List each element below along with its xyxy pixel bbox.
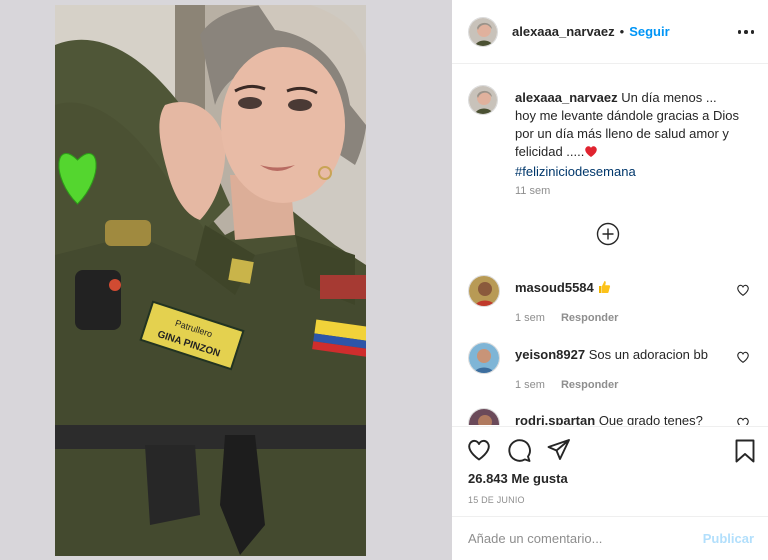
- load-more-comments-icon[interactable]: [596, 222, 620, 246]
- likes-count[interactable]: 26.843 Me gusta: [468, 471, 568, 486]
- post-side-panel: alexaaa_narvaez • Seguir alexaaa_narvaez…: [452, 0, 768, 560]
- share-icon[interactable]: [546, 437, 572, 463]
- caption-hashtag[interactable]: #felizinicio​desemana: [515, 163, 740, 181]
- comments-list[interactable]: alexaaa_narvaez Un día menos ... hoy me …: [452, 65, 768, 425]
- comment-item: rodri.spartan Que grado tenes?: [468, 408, 758, 425]
- reply-button[interactable]: Responder: [561, 379, 618, 391]
- comment-body: Que grado tenes?: [598, 413, 703, 425]
- comment-text: rodri.spartan Que grado tenes?: [515, 413, 725, 425]
- save-icon[interactable]: [732, 438, 758, 464]
- comment-avatar[interactable]: [468, 275, 500, 307]
- separator-dot: •: [619, 24, 625, 39]
- post-actions: 26.843 Me gusta 15 DE JUNIO: [452, 426, 768, 516]
- comment-composer: Publicar: [452, 516, 768, 560]
- reply-button[interactable]: Responder: [561, 312, 618, 324]
- more-options-icon[interactable]: [736, 22, 756, 42]
- comment-username[interactable]: masoud5584: [515, 280, 594, 295]
- comment-item: masoud5584 1 sem Responder: [468, 275, 758, 331]
- photo-pane: Patrullero GINA PINZON: [0, 0, 452, 560]
- comment-avatar[interactable]: [468, 342, 500, 374]
- comment-meta: 1 sem Responder: [515, 379, 618, 391]
- caption-avatar[interactable]: [468, 85, 498, 115]
- comment-text: yeison8927 Sos un adoracion bb: [515, 347, 725, 363]
- comment-like-heart-icon[interactable]: [736, 350, 750, 364]
- caption-username[interactable]: alexaaa_narvaez: [515, 90, 618, 105]
- heart-icon[interactable]: [466, 437, 492, 463]
- comment-username[interactable]: yeison8927: [515, 347, 585, 362]
- comment-meta: 1 sem Responder: [515, 312, 618, 324]
- comment-text: masoud5584: [515, 280, 725, 298]
- photo-illustration: Patrullero GINA PINZON: [55, 5, 366, 556]
- author-avatar[interactable]: [468, 16, 498, 47]
- post-date: 15 DE JUNIO: [468, 495, 525, 505]
- comment-username[interactable]: rodri.spartan: [515, 413, 595, 425]
- comment-avatar[interactable]: [468, 408, 500, 425]
- red-heart-icon: [584, 145, 598, 163]
- post-photo[interactable]: Patrullero GINA PINZON: [55, 5, 366, 556]
- comment-input[interactable]: [468, 531, 688, 546]
- thumbs-up-icon: [597, 280, 611, 298]
- comment-icon[interactable]: [506, 437, 532, 463]
- publish-button[interactable]: Publicar: [703, 531, 754, 546]
- comment-time: 1 sem: [515, 379, 545, 391]
- post-header: alexaaa_narvaez • Seguir: [452, 0, 768, 64]
- comment-item: yeison8927 Sos un adoracion bb 1 sem Resp…: [468, 342, 758, 398]
- comment-like-heart-icon[interactable]: [736, 416, 750, 425]
- comment-body: Sos un adoracion bb: [588, 347, 708, 362]
- comment-like-heart-icon[interactable]: [736, 283, 750, 297]
- comment-time: 1 sem: [515, 312, 545, 324]
- caption-body: alexaaa_narvaez Un día menos ... hoy me …: [515, 89, 740, 181]
- author-username[interactable]: alexaaa_narvaez: [512, 24, 615, 39]
- action-icons: [466, 437, 572, 465]
- follow-button[interactable]: Seguir: [629, 24, 669, 39]
- caption-time: 11 sem: [515, 185, 551, 197]
